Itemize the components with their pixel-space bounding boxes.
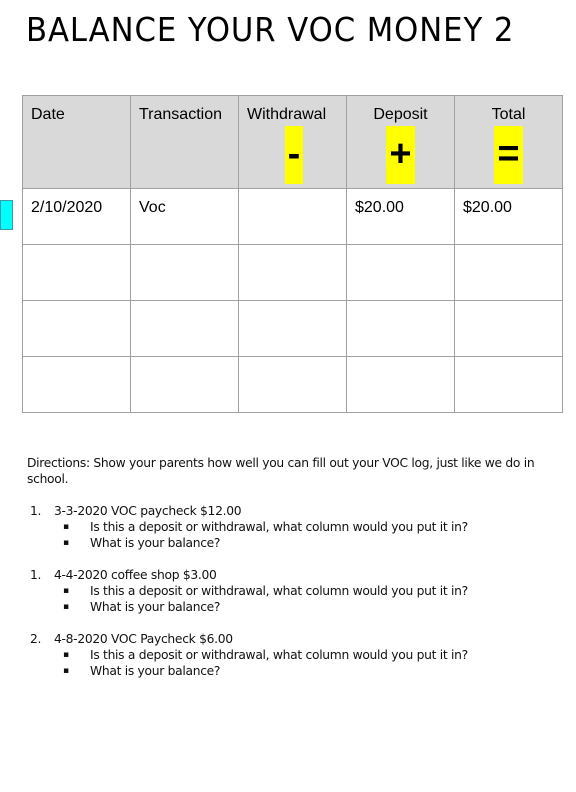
cell-deposit[interactable]: [346, 300, 455, 357]
cell-withdrawal[interactable]: [238, 356, 347, 413]
question-deposit-or-withdrawal: Is this a deposit or withdrawal, what co…: [63, 647, 562, 663]
cell-total[interactable]: [454, 356, 563, 413]
header-deposit: Deposit +: [346, 95, 455, 189]
minus-symbol: -: [285, 126, 303, 184]
header-label: Total: [491, 106, 526, 123]
header-label: Withdrawal: [247, 106, 327, 123]
cell-transaction[interactable]: Voc: [130, 188, 239, 245]
directions-section: Directions: Show your parents how well y…: [27, 455, 562, 679]
cell-transaction[interactable]: [130, 300, 239, 357]
cell-date[interactable]: 2/10/2020: [22, 188, 131, 245]
cell-date[interactable]: [22, 244, 131, 301]
cell-date[interactable]: [22, 300, 131, 357]
cell-total[interactable]: [454, 300, 563, 357]
question-item: 1. 4-4-2020 coffee shop $3.00 Is this a …: [27, 567, 562, 615]
header-transaction: Transaction: [130, 95, 239, 189]
item-transaction: 4-4-2020 coffee shop $3.00: [54, 568, 217, 582]
header-label: Transaction: [139, 106, 222, 123]
cell-transaction[interactable]: [130, 244, 239, 301]
cell-total[interactable]: $20.00: [454, 188, 563, 245]
question-deposit-or-withdrawal: Is this a deposit or withdrawal, what co…: [63, 583, 562, 599]
item-number: 1.: [30, 568, 42, 582]
table-row: [22, 244, 563, 301]
cell-withdrawal[interactable]: [238, 300, 347, 357]
page-title: BALANCE YOUR VOC MONEY 2: [26, 10, 515, 49]
item-transaction: 4-8-2020 VOC Paycheck $6.00: [54, 632, 233, 646]
cell-deposit[interactable]: [346, 356, 455, 413]
plus-symbol: +: [386, 126, 415, 184]
question-balance: What is your balance?: [63, 535, 562, 551]
cell-total[interactable]: [454, 244, 563, 301]
question-deposit-or-withdrawal: Is this a deposit or withdrawal, what co…: [63, 519, 562, 535]
cell-deposit[interactable]: $20.00: [346, 188, 455, 245]
cell-date[interactable]: [22, 356, 131, 413]
cell-withdrawal[interactable]: [238, 188, 347, 245]
header-date: Date: [22, 95, 131, 189]
question-balance: What is your balance?: [63, 599, 562, 615]
item-number: 1.: [30, 504, 42, 518]
item-transaction: 3-3-2020 VOC paycheck $12.00: [54, 504, 242, 518]
cell-deposit[interactable]: [346, 244, 455, 301]
question-list: Is this a deposit or withdrawal, what co…: [27, 647, 562, 679]
header-label: Deposit: [373, 106, 428, 123]
question-item: 1. 3-3-2020 VOC paycheck $12.00 Is this …: [27, 503, 562, 551]
cyan-row-marker: [0, 200, 13, 230]
question-list: Is this a deposit or withdrawal, what co…: [27, 583, 562, 615]
question-balance: What is your balance?: [63, 663, 562, 679]
header-label: Date: [31, 106, 65, 123]
cell-transaction[interactable]: [130, 356, 239, 413]
header-total: Total =: [454, 95, 563, 189]
table-row: 2/10/2020 Voc $20.00 $20.00: [22, 188, 563, 245]
question-list: Is this a deposit or withdrawal, what co…: [27, 519, 562, 551]
question-item: 2. 4-8-2020 VOC Paycheck $6.00 Is this a…: [27, 631, 562, 679]
directions-intro: Directions: Show your parents how well y…: [27, 456, 535, 486]
cell-withdrawal[interactable]: [238, 244, 347, 301]
table-row: [22, 356, 563, 413]
item-number: 2.: [30, 632, 42, 646]
equals-symbol: =: [494, 126, 523, 184]
table-row: [22, 300, 563, 357]
